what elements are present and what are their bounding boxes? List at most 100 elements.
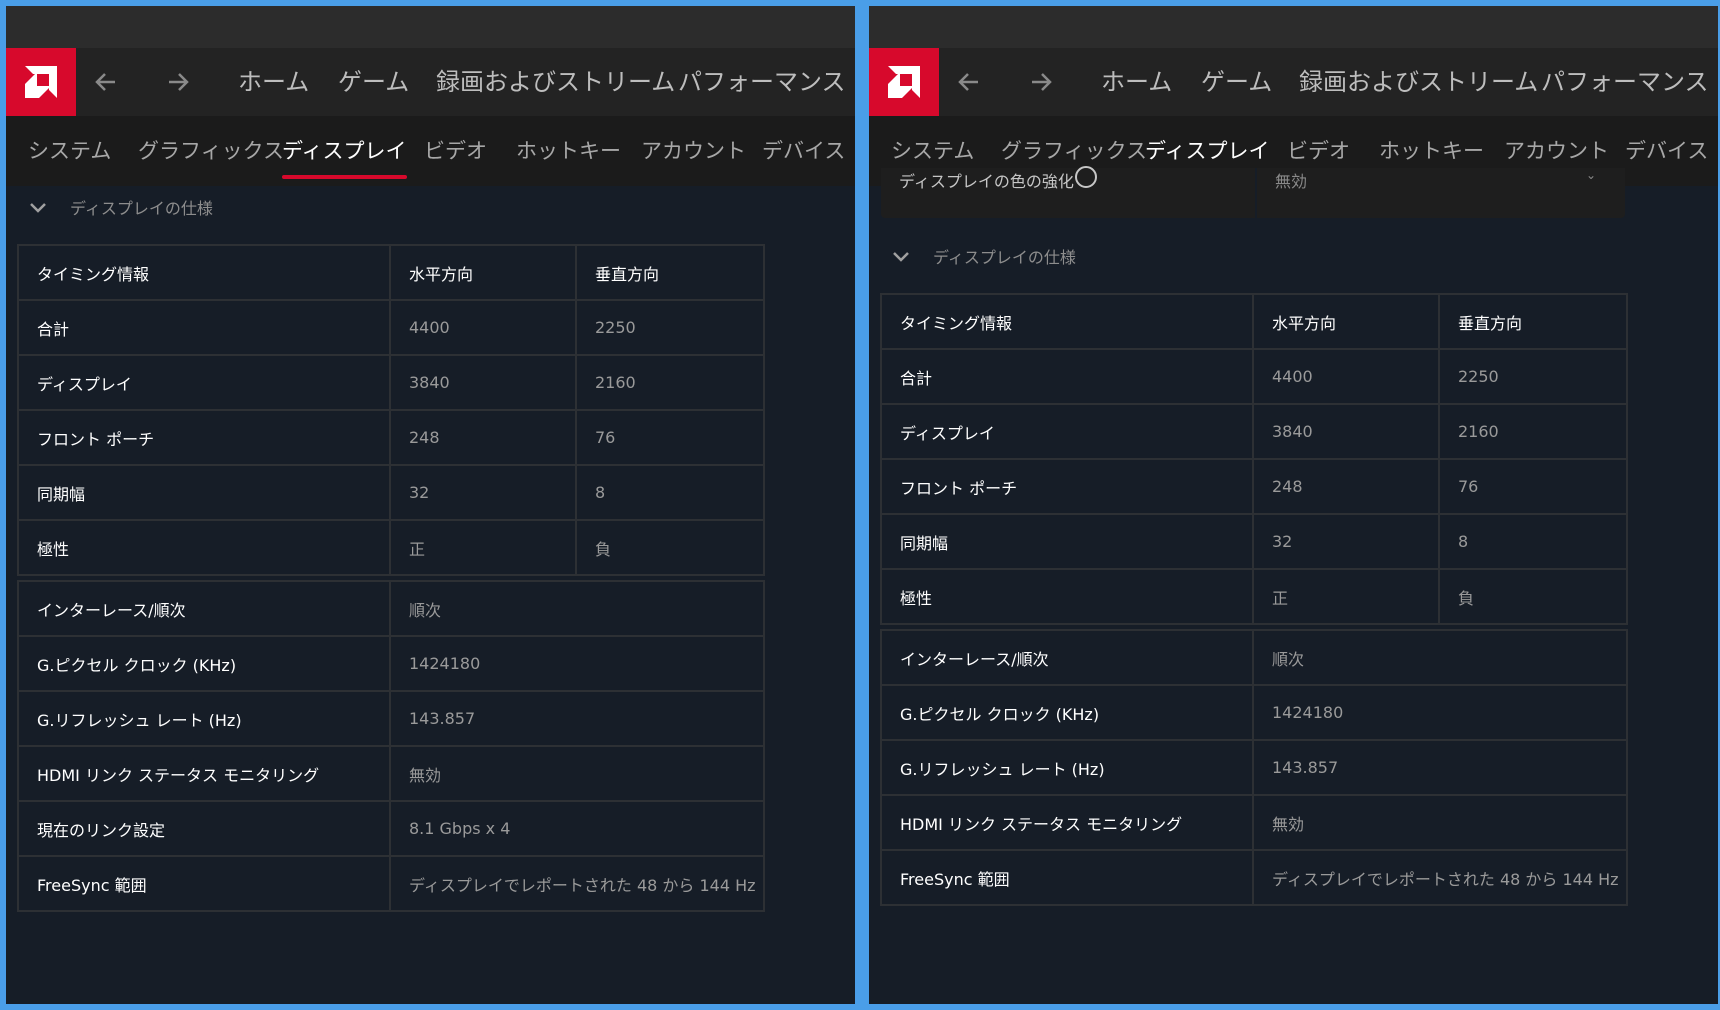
vertical-value: 8 <box>1438 513 1628 570</box>
top-nav: ホーム ゲーム 録画およびストリーム パフォーマンス <box>869 48 1718 116</box>
tab-system[interactable]: システム <box>28 116 111 186</box>
row-label: G.ピクセル クロック (KHz) <box>880 684 1254 741</box>
nav-performance[interactable]: パフォーマンス <box>1541 48 1709 116</box>
table-row: G.ピクセル クロック (KHz) 1424180 <box>880 684 1628 741</box>
vertical-value: 負 <box>1438 568 1628 625</box>
table-header-cell: タイミング情報 <box>17 244 391 301</box>
table-row: ディスプレイ 3840 2160 <box>880 403 1628 460</box>
nav-gaming[interactable]: ゲーム <box>338 48 409 116</box>
info-icon[interactable] <box>1075 166 1097 188</box>
table-row: HDMI リンク ステータス モニタリング 無効 <box>17 745 765 802</box>
table-row: G.リフレッシュ レート (Hz) 143.857 <box>17 690 765 747</box>
row-label: 同期幅 <box>880 513 1254 570</box>
table-row: 極性正負 <box>880 568 1628 625</box>
row-label: ディスプレイ <box>880 403 1254 460</box>
nav-gaming[interactable]: ゲーム <box>1201 48 1272 116</box>
row-value: 無効 <box>1252 794 1628 851</box>
tab-hotkeys[interactable]: ホットキー <box>516 116 621 186</box>
tab-graphics[interactable]: グラフィックス <box>138 116 284 186</box>
active-tab-indicator <box>282 175 407 179</box>
nav-record-stream[interactable]: 録画およびストリーム <box>436 48 675 116</box>
row-label: G.リフレッシュ レート (Hz) <box>880 739 1254 796</box>
horizontal-value: 4400 <box>1252 348 1440 405</box>
section-title: ディスプレイの仕様 <box>933 248 1076 267</box>
top-nav: ホーム ゲーム 録画およびストリーム パフォーマンス <box>6 48 855 116</box>
table-row: 合計 4400 2250 <box>17 299 765 356</box>
row-value: ディスプレイでレポートされた 48 から 144 Hz <box>389 855 765 912</box>
horizontal-value: 3840 <box>1252 403 1440 460</box>
tab-devices[interactable]: デバイス <box>762 116 845 186</box>
tab-devices[interactable]: デバイス <box>1625 116 1708 186</box>
nav-home[interactable]: ホーム <box>1101 48 1172 116</box>
row-label: 極性 <box>880 568 1254 625</box>
horizontal-value: 正 <box>389 519 577 576</box>
table-row: FreeSync 範囲 ディスプレイでレポートされた 48 から 144 Hz <box>880 849 1628 906</box>
title-bar <box>6 6 855 48</box>
vertical-value: 2160 <box>575 354 765 411</box>
row-label: HDMI リンク ステータス モニタリング <box>880 794 1254 851</box>
vertical-value: 76 <box>1438 458 1628 515</box>
amd-logo-icon[interactable] <box>869 48 939 116</box>
table-row: 同期幅 32 8 <box>17 464 765 521</box>
row-value: 8.1 Gbps x 4 <box>389 800 765 857</box>
row-label: ディスプレイ <box>17 354 391 411</box>
row-value: ディスプレイでレポートされた 48 から 144 Hz <box>1252 849 1628 906</box>
nav-home[interactable]: ホーム <box>238 48 309 116</box>
tab-display[interactable]: ディスプレイ <box>282 116 407 186</box>
tab-display-label: ディスプレイ <box>1145 139 1270 163</box>
arrow-left-icon[interactable] <box>76 48 136 116</box>
timing-table: タイミング情報 水平方向 垂直方向 合計 4400 2250 ディスプレイ 3840 2… <box>880 293 1628 625</box>
table-row: 合計 4400 2250 <box>880 348 1628 405</box>
section-header[interactable]: ディスプレイの仕様 <box>26 188 213 226</box>
vertical-value: 8 <box>575 464 765 521</box>
arrow-right-icon[interactable] <box>1011 48 1071 116</box>
row-label: インターレース/順次 <box>880 629 1254 686</box>
title-bar <box>869 6 1718 48</box>
vertical-value: 負 <box>575 519 765 576</box>
chevron-down-icon[interactable]: ⌄ <box>1586 168 1596 182</box>
vertical-value: 2160 <box>1438 403 1628 460</box>
row-value: 143.857 <box>1252 739 1628 796</box>
section-title: ディスプレイの仕様 <box>70 199 213 218</box>
vertical-value: 2250 <box>575 299 765 356</box>
arrow-right-icon[interactable] <box>148 48 208 116</box>
nav-performance[interactable]: パフォーマンス <box>678 48 846 116</box>
table-header-cell: 水平方向 <box>1252 293 1440 350</box>
color-enhancement-row[interactable]: ディスプレイの色の強化 無効 ⌄ <box>881 166 1625 218</box>
table-row: FreeSync 範囲 ディスプレイでレポートされた 48 から 144 Hz <box>17 855 765 912</box>
table-row: フロント ポーチ 248 76 <box>880 458 1628 515</box>
table-row: ディスプレイ 3840 2160 <box>17 354 765 411</box>
table-row: 同期幅 32 8 <box>880 513 1628 570</box>
horizontal-value: 3840 <box>389 354 577 411</box>
table-header-cell: 水平方向 <box>389 244 577 301</box>
timing-table: タイミング情報 水平方向 垂直方向 合計 4400 2250 ディスプレイ 3840 2… <box>17 244 765 576</box>
setting-dropdown-value[interactable]: 無効 <box>1275 168 1307 192</box>
row-label: G.ピクセル クロック (KHz) <box>17 635 391 692</box>
row-label: 現在のリンク設定 <box>17 800 391 857</box>
row-label: HDMI リンク ステータス モニタリング <box>17 745 391 802</box>
right-window: ホーム ゲーム 録画およびストリーム パフォーマンス システム グラフィックス … <box>869 6 1718 1004</box>
row-label: 極性 <box>17 519 391 576</box>
arrow-left-icon[interactable] <box>939 48 999 116</box>
row-label: 合計 <box>17 299 391 356</box>
left-window: ホーム ゲーム 録画およびストリーム パフォーマンス システム グラフィックス … <box>6 6 855 1004</box>
section-header[interactable]: ディスプレイの仕様 <box>889 237 1076 275</box>
row-value: 順次 <box>1252 629 1628 686</box>
amd-logo-icon[interactable] <box>6 48 76 116</box>
table-header-row: タイミング情報 水平方向 垂直方向 <box>880 293 1628 350</box>
horizontal-value: 32 <box>1252 513 1440 570</box>
tab-video[interactable]: ビデオ <box>424 116 487 186</box>
table-row: フロント ポーチ 248 76 <box>17 409 765 466</box>
setting-label: ディスプレイの色の強化 <box>899 172 1074 191</box>
tab-account[interactable]: アカウント <box>641 116 746 186</box>
table-row: インターレース/順次 順次 <box>880 629 1628 686</box>
row-label: G.リフレッシュ レート (Hz) <box>17 690 391 747</box>
display-info-table: インターレース/順次 順次 G.ピクセル クロック (KHz) 1424180 G.… <box>17 580 765 912</box>
row-label: フロント ポーチ <box>17 409 391 466</box>
table-row: 極性正負 <box>17 519 765 576</box>
content-area: ディスプレイの仕様 タイミング情報 水平方向 垂直方向 合計 4400 2250 デ… <box>6 186 855 1004</box>
table-row: HDMI リンク ステータス モニタリング 無効 <box>880 794 1628 851</box>
row-label: FreeSync 範囲 <box>17 855 391 912</box>
nav-record-stream[interactable]: 録画およびストリーム <box>1299 48 1538 116</box>
row-label: 合計 <box>880 348 1254 405</box>
